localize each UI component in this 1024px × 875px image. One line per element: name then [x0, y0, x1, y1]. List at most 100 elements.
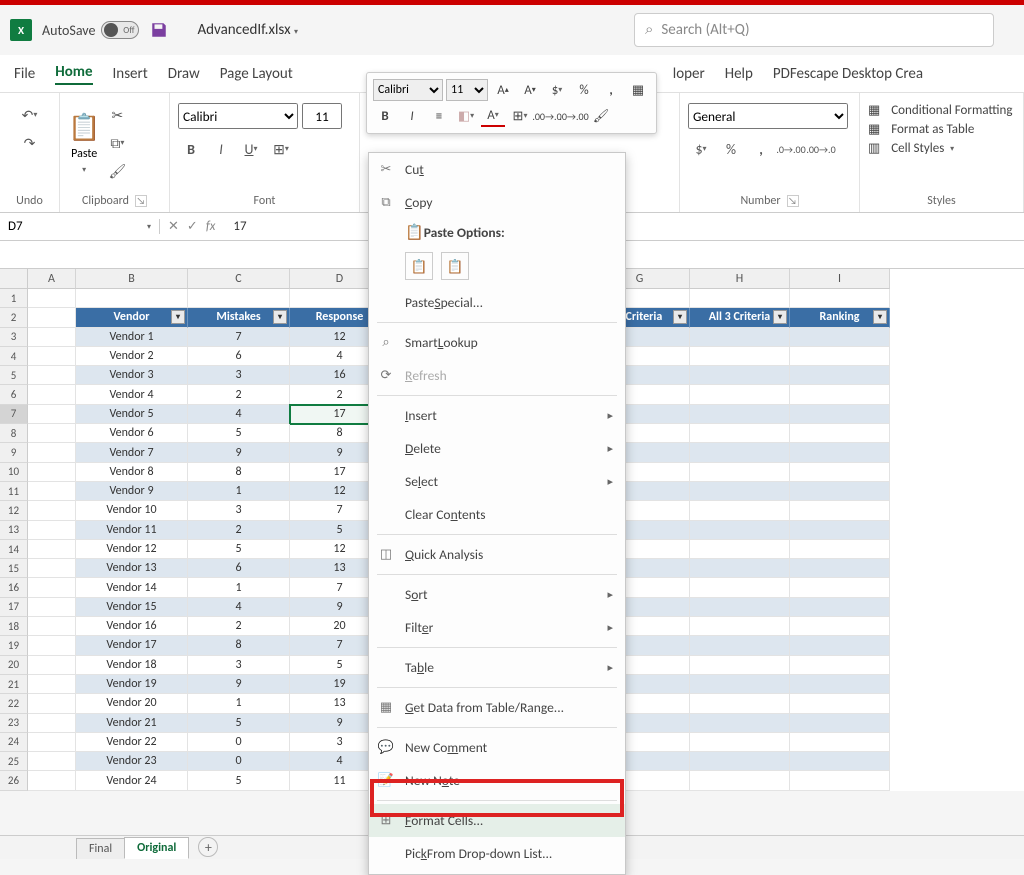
cell-C12[interactable]: 3 — [188, 501, 290, 520]
row-header-8[interactable]: 8 — [0, 424, 28, 443]
cell-B26[interactable]: Vendor 24 — [76, 771, 188, 790]
cell-A6[interactable] — [28, 385, 76, 404]
cell-H14[interactable] — [690, 540, 790, 559]
cell-H13[interactable] — [690, 521, 790, 540]
cell-styles-button[interactable]: ▥ Cell Styles ▾ — [868, 141, 1015, 156]
cell-B4[interactable]: Vendor 2 — [76, 347, 188, 366]
filter-dropdown-icon[interactable]: ▾ — [273, 310, 287, 324]
fx-icon[interactable]: fx — [206, 219, 216, 234]
cell-A17[interactable] — [28, 598, 76, 617]
cell-H11[interactable] — [690, 482, 790, 501]
cell-C8[interactable]: 5 — [188, 424, 290, 443]
row-header-5[interactable]: 5 — [0, 366, 28, 385]
cell-I23[interactable] — [790, 714, 890, 733]
cell-C13[interactable]: 2 — [188, 521, 290, 540]
row-header-24[interactable]: 24 — [0, 733, 28, 752]
search-input[interactable]: ⌕ Search (Alt+Q) — [634, 13, 994, 47]
cell-H17[interactable] — [690, 598, 790, 617]
cell-I14[interactable] — [790, 540, 890, 559]
autosave-toggle[interactable]: AutoSave Off — [42, 21, 139, 39]
row-header-3[interactable]: 3 — [0, 328, 28, 347]
ctx-get-data[interactable]: ▦Get Data from Table/Range... — [369, 691, 625, 724]
col-header-A[interactable]: A — [28, 269, 76, 289]
cell-A4[interactable] — [28, 347, 76, 366]
clipboard-launcher[interactable]: ↘ — [135, 195, 147, 207]
cell-H22[interactable] — [690, 694, 790, 713]
bold-icon[interactable]: B — [373, 105, 397, 127]
cell-B20[interactable]: Vendor 18 — [76, 656, 188, 675]
name-box[interactable]: D7▾ — [0, 219, 160, 234]
row-header-15[interactable]: 15 — [0, 559, 28, 578]
row-header-23[interactable]: 23 — [0, 714, 28, 733]
borders-icon[interactable]: ⊞▾ — [508, 105, 532, 127]
cell-H23[interactable] — [690, 714, 790, 733]
cell-H19[interactable] — [690, 636, 790, 655]
toggle-switch[interactable]: Off — [101, 21, 139, 39]
cell-I24[interactable] — [790, 733, 890, 752]
cell-A24[interactable] — [28, 733, 76, 752]
cell-C2[interactable]: Mistakes▾ — [188, 308, 290, 327]
row-header-20[interactable]: 20 — [0, 656, 28, 675]
cell-B7[interactable]: Vendor 5 — [76, 405, 188, 424]
decrease-font-icon[interactable]: A▾ — [518, 79, 542, 101]
cell-H9[interactable] — [690, 443, 790, 462]
cell-A10[interactable] — [28, 463, 76, 482]
row-header-19[interactable]: 19 — [0, 636, 28, 655]
cell-C21[interactable]: 9 — [188, 675, 290, 694]
cell-C26[interactable]: 5 — [188, 771, 290, 790]
tab-home[interactable]: Home — [55, 63, 92, 85]
row-header-13[interactable]: 13 — [0, 521, 28, 540]
cell-A14[interactable] — [28, 540, 76, 559]
cell-I1[interactable] — [790, 289, 890, 308]
cell-C18[interactable]: 2 — [188, 617, 290, 636]
ctx-paste-special[interactable]: Paste Special... — [369, 286, 625, 319]
cell-I11[interactable] — [790, 482, 890, 501]
align-center-icon[interactable]: ≡ — [427, 105, 451, 127]
tab-page-layout[interactable]: Page Layout — [220, 65, 293, 83]
cell-H5[interactable] — [690, 366, 790, 385]
filter-dropdown-icon[interactable]: ▾ — [171, 310, 185, 324]
cell-I8[interactable] — [790, 424, 890, 443]
increase-decimal-icon[interactable]: .0→.00 — [562, 105, 586, 127]
copy-icon[interactable]: ⧉▾ — [104, 131, 130, 155]
cell-H25[interactable] — [690, 752, 790, 771]
ctx-format-cells[interactable]: ⊞Format Cells... — [369, 804, 625, 837]
cell-A13[interactable] — [28, 521, 76, 540]
ctx-new-comment[interactable]: 💬New Comment — [369, 731, 625, 764]
cell-I15[interactable] — [790, 559, 890, 578]
tab-insert[interactable]: Insert — [113, 65, 148, 83]
cell-B13[interactable]: Vendor 11 — [76, 521, 188, 540]
cell-H8[interactable] — [690, 424, 790, 443]
number-format-select[interactable]: General — [688, 103, 848, 129]
cell-B17[interactable]: Vendor 15 — [76, 598, 188, 617]
cell-C6[interactable]: 2 — [188, 385, 290, 404]
cell-B22[interactable]: Vendor 20 — [76, 694, 188, 713]
cell-C3[interactable]: 7 — [188, 328, 290, 347]
cell-H3[interactable] — [690, 328, 790, 347]
cell-I16[interactable] — [790, 578, 890, 597]
cell-H18[interactable] — [690, 617, 790, 636]
cell-H26[interactable] — [690, 771, 790, 790]
ctx-insert[interactable]: Insert▸ — [369, 399, 625, 432]
cell-I12[interactable] — [790, 501, 890, 520]
sheet-tab-final[interactable]: Final — [76, 838, 125, 859]
ctx-clear-contents[interactable]: Clear Contents — [369, 498, 625, 531]
currency-icon[interactable]: $ ▾ — [545, 79, 569, 101]
cell-A11[interactable] — [28, 482, 76, 501]
format-painter-icon[interactable]: 🖌 — [589, 105, 613, 127]
cell-C24[interactable]: 0 — [188, 733, 290, 752]
row-header-2[interactable]: 2 — [0, 308, 28, 327]
cell-I17[interactable] — [790, 598, 890, 617]
tab-file[interactable]: File — [14, 65, 35, 83]
row-header-25[interactable]: 25 — [0, 752, 28, 771]
cell-B12[interactable]: Vendor 10 — [76, 501, 188, 520]
tab-extra-1[interactable]: Help — [725, 65, 753, 83]
row-header-7[interactable]: 7 — [0, 405, 28, 424]
cell-I7[interactable] — [790, 405, 890, 424]
row-header-21[interactable]: 21 — [0, 675, 28, 694]
filename[interactable]: AdvancedIf.xlsx ▾ — [197, 21, 298, 39]
cell-B5[interactable]: Vendor 3 — [76, 366, 188, 385]
cell-B10[interactable]: Vendor 8 — [76, 463, 188, 482]
save-icon[interactable] — [149, 20, 169, 40]
ctx-new-note[interactable]: 📝New Note — [369, 764, 625, 797]
